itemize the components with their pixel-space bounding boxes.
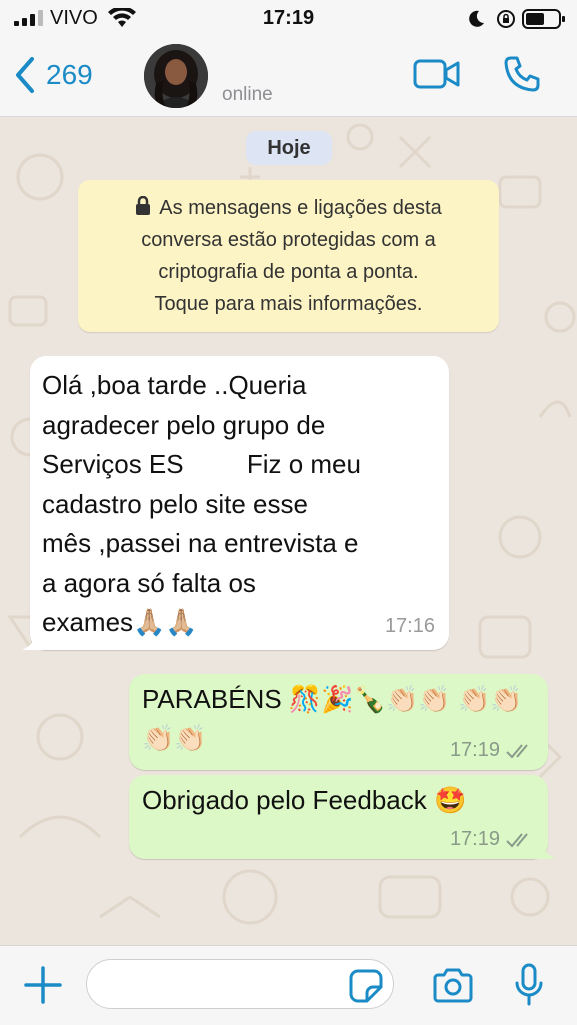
sticker-icon[interactable] (349, 969, 383, 1003)
message-meta: 17:19 (450, 739, 534, 762)
lock-icon (136, 196, 151, 215)
moon-icon (469, 10, 484, 27)
status-bar: VIVO 17:19 (0, 0, 577, 38)
microphone-icon[interactable] (513, 963, 545, 1007)
message-input[interactable] (86, 959, 394, 1009)
outgoing-message[interactable]: PARABÉNS 🎊🎉🍾👏🏻👏🏻 👏🏻👏🏻👏🏻👏🏻 17:19 (129, 674, 548, 770)
chevron-left-icon (16, 57, 34, 93)
unread-count: 269 (46, 59, 93, 90)
encryption-notice[interactable]: As mensagens e ligações desta conversa e… (78, 180, 499, 332)
message-text: Olá ,boa tarde ..Queria agradecer pelo g… (42, 370, 361, 637)
bubble-tail (22, 630, 44, 650)
double-check-icon (506, 832, 528, 847)
double-check-icon (506, 743, 528, 758)
rotation-lock-icon (497, 10, 515, 28)
message-meta: 17:19 (450, 828, 534, 851)
phone-icon[interactable] (502, 54, 542, 94)
incoming-message[interactable]: Olá ,boa tarde ..Queria agradecer pelo g… (22, 356, 449, 650)
video-call-icon[interactable] (413, 58, 461, 90)
encryption-notice-line: criptografia de ponta a ponta. (158, 261, 419, 283)
encryption-notice-line: Toque para mais informações. (154, 293, 423, 315)
plus-icon[interactable] (24, 966, 62, 1004)
contact-status: online (222, 84, 273, 105)
back-button[interactable]: 269 (14, 56, 93, 94)
encryption-notice-line: As mensagens e ligações desta (78, 192, 499, 224)
message-time: 17:16 (384, 615, 435, 637)
contact-avatar[interactable] (144, 44, 208, 108)
chat-area[interactable]: Hoje As mensagens e ligações desta conve… (0, 117, 577, 945)
outgoing-message[interactable]: Obrigado pelo Feedback 🤩 17:19 (129, 775, 556, 859)
avatar-image (144, 44, 208, 108)
redacted-text (183, 451, 240, 473)
battery-icon (522, 9, 565, 29)
status-time: 17:19 (262, 7, 315, 29)
chat-header: 269 online (0, 38, 577, 117)
encryption-notice-line: conversa estão protegidas com a (141, 229, 436, 251)
date-label: Hoje (246, 131, 332, 165)
message-time: 17:19 (449, 739, 500, 761)
message-time: 17:19 (449, 828, 500, 850)
message-text: Obrigado pelo Feedback 🤩 (142, 785, 467, 815)
bubble-tail (534, 839, 556, 859)
camera-icon[interactable] (432, 968, 474, 1004)
input-bar (0, 945, 577, 1025)
